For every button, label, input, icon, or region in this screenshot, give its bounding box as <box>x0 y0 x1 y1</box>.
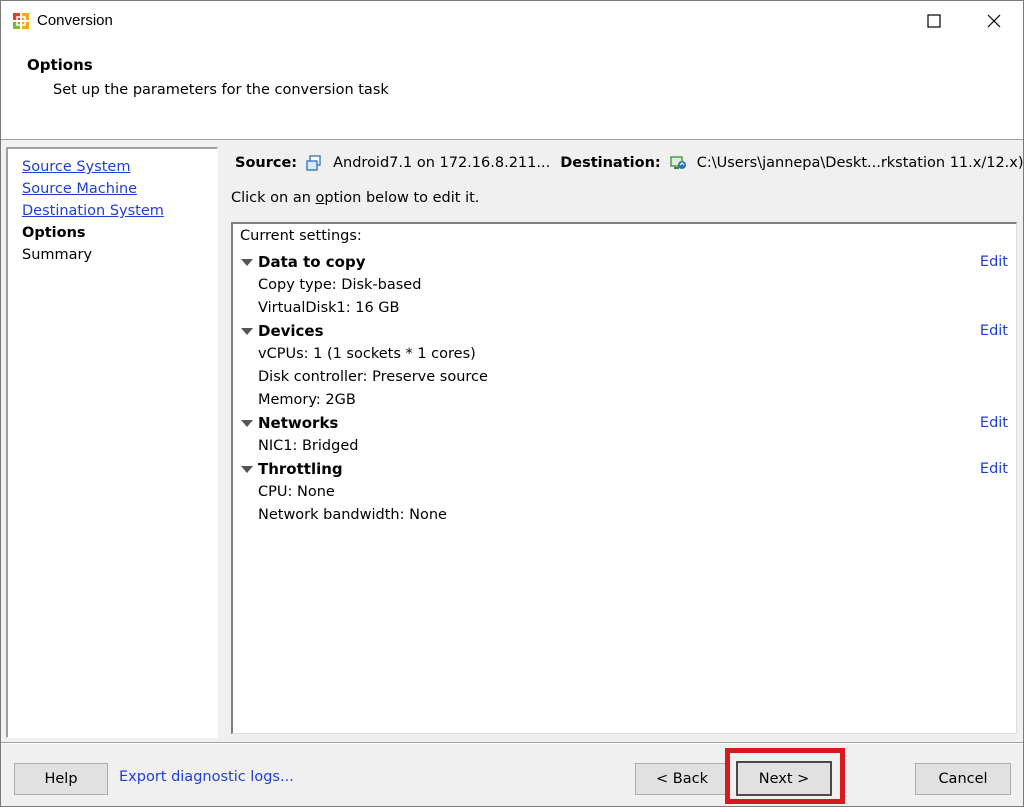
source-label: Source: <box>235 155 298 171</box>
close-icon <box>987 14 1001 28</box>
setting-detail: Copy type: Disk-based <box>258 277 422 293</box>
edit-throttling-link[interactable]: Edit <box>980 458 1008 481</box>
setting-detail: NIC1: Bridged <box>258 438 359 454</box>
section-name: Devices <box>258 322 324 340</box>
maximize-icon <box>927 14 941 28</box>
wizard-header: Options Set up the parameters for the co… <box>1 41 1023 140</box>
cancel-button[interactable]: Cancel <box>915 763 1011 795</box>
page-subtitle: Set up the parameters for the conversion… <box>53 82 389 98</box>
nav-step-summary: Summary <box>22 247 93 263</box>
conversion-window: Conversion Options Set up the parameters… <box>0 0 1024 807</box>
current-settings-heading: Current settings: <box>240 228 362 244</box>
source-destination-bar: Source: Android7.1 on 172.16.8.211... De… <box>235 153 1024 173</box>
window-title: Conversion <box>37 12 113 29</box>
section-networks[interactable]: Networks Edit <box>233 412 1016 435</box>
setting-detail: Memory: 2GB <box>258 392 356 408</box>
setting-detail: Network bandwidth: None <box>258 507 447 523</box>
nav-step-options: Options <box>22 225 86 241</box>
footer-divider <box>1 742 1023 744</box>
page-title: Options <box>27 56 93 74</box>
destination-label: Destination: <box>560 155 661 171</box>
edit-devices-link[interactable]: Edit <box>980 320 1008 343</box>
back-button[interactable]: < Back <box>635 763 729 795</box>
destination-workstation-icon <box>670 156 686 169</box>
section-name: Data to copy <box>258 253 366 271</box>
edit-networks-link[interactable]: Edit <box>980 412 1008 435</box>
edit-data-to-copy-link[interactable]: Edit <box>980 251 1008 274</box>
wizard-steps-nav: Source System Source Machine Destination… <box>6 147 218 738</box>
section-name: Networks <box>258 414 339 432</box>
title-bar[interactable]: Conversion <box>1 1 1023 41</box>
nav-step-source-system[interactable]: Source System <box>22 156 217 178</box>
vmware-app-icon <box>13 13 29 29</box>
source-machine-icon <box>306 155 321 171</box>
collapse-triangle-icon[interactable] <box>241 259 253 266</box>
export-diagnostic-logs-link[interactable]: Export diagnostic logs... <box>119 769 294 785</box>
setting-detail: Disk controller: Preserve source <box>258 369 488 385</box>
setting-detail: VirtualDisk1: 16 GB <box>258 300 400 316</box>
settings-section-list: Data to copy Edit Copy type: Disk-based … <box>233 251 1016 527</box>
setting-detail: CPU: None <box>258 484 335 500</box>
maximize-button[interactable] <box>911 1 957 41</box>
nav-step-destination-system[interactable]: Destination System <box>22 200 217 222</box>
source-value: Android7.1 on 172.16.8.211... <box>333 155 551 171</box>
help-button[interactable]: Help <box>14 763 108 795</box>
section-devices[interactable]: Devices Edit <box>233 320 1016 343</box>
collapse-triangle-icon[interactable] <box>241 420 253 427</box>
destination-value: C:\Users\jannepa\Deskt...rkstation 11.x/… <box>696 155 1024 171</box>
edit-hint: Click on an option below to edit it. <box>231 190 480 206</box>
current-settings-panel: Current settings: Data to copy Edit Copy… <box>231 222 1017 734</box>
section-throttling[interactable]: Throttling Edit <box>233 458 1016 481</box>
collapse-triangle-icon[interactable] <box>241 328 253 335</box>
next-button[interactable]: Next > <box>736 761 832 796</box>
section-name: Throttling <box>258 460 343 478</box>
setting-detail: vCPUs: 1 (1 sockets * 1 cores) <box>258 346 476 362</box>
nav-step-source-machine[interactable]: Source Machine <box>22 178 217 200</box>
collapse-triangle-icon[interactable] <box>241 466 253 473</box>
close-button[interactable] <box>971 1 1017 41</box>
section-data-to-copy[interactable]: Data to copy Edit <box>233 251 1016 274</box>
